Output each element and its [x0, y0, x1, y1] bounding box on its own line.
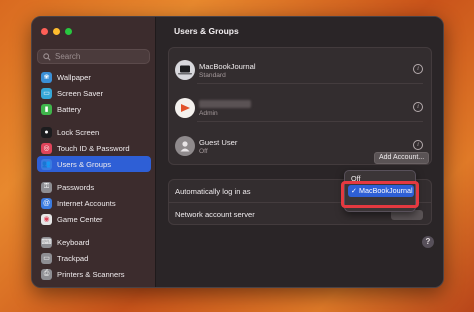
sidebar-item-label: Game Center [57, 214, 103, 224]
sidebar-item-users-groups[interactable]: 👥 Users & Groups [37, 156, 151, 172]
wallpaper-icon: ❀ [41, 71, 52, 83]
info-icon[interactable]: i [413, 64, 423, 74]
keyboard-icon: ⌨ [41, 236, 52, 248]
sidebar-item-label: Passwords [57, 182, 95, 192]
sidebar-nav: ❀ Wallpaper ▭ Screen Saver ▮ Battery ● Lock Scr… [37, 69, 151, 282]
battery-icon: ▮ [41, 103, 52, 115]
user-role: Admin [199, 110, 218, 117]
user-name: Guest User [199, 138, 238, 147]
user-role: Off [199, 148, 208, 155]
sidebar-item-label: Battery [57, 104, 82, 114]
sidebar-item-label: Screen Saver [57, 88, 104, 98]
sidebar-item-game-center[interactable]: ◉ Game Center [37, 211, 151, 227]
screen-saver-icon: ▭ [41, 87, 52, 99]
help-button[interactable]: ? [422, 236, 434, 248]
close-button[interactable] [41, 28, 48, 35]
lock-icon: ● [41, 126, 52, 138]
sidebar-item-label: Wallpaper [57, 72, 91, 82]
user-name-redacted [199, 100, 251, 108]
user-name: MacBookJournal [199, 62, 256, 71]
users-icon: 👥 [41, 158, 52, 170]
sidebar-item-touch-id-password[interactable]: ◎ Touch ID & Password [37, 140, 151, 156]
sidebar-item-label: Lock Screen [57, 127, 100, 137]
info-icon[interactable]: i [413, 102, 423, 112]
search-field[interactable] [37, 49, 150, 64]
sidebar-item-trackpad[interactable]: ▭ Trackpad [37, 250, 151, 266]
person-avatar-icon [175, 136, 195, 156]
sidebar-item-battery[interactable]: ▮ Battery [37, 101, 151, 117]
sidebar-item-wallpaper[interactable]: ❀ Wallpaper [37, 69, 151, 85]
main-pane: Users & Groups MacBookJournal Standard i… [156, 17, 443, 287]
sidebar-item-label: Trackpad [57, 253, 89, 263]
user-row[interactable]: Admin i [169, 94, 431, 122]
key-icon: ⚿ [41, 181, 52, 193]
auto-login-label: Automatically log in as [175, 187, 251, 196]
sidebar: ❀ Wallpaper ▭ Screen Saver ▮ Battery ● Lock Scr… [32, 17, 156, 287]
sidebar-item-internet-accounts[interactable]: @ Internet Accounts [37, 195, 151, 211]
users-list: MacBookJournal Standard i Admin i Guest … [168, 47, 432, 165]
page-title: Users & Groups [174, 26, 239, 36]
trackpad-icon: ▭ [41, 252, 52, 264]
user-role: Standard [199, 72, 226, 79]
sidebar-item-label: Internet Accounts [57, 198, 116, 208]
minimize-button[interactable] [53, 28, 60, 35]
sidebar-item-label: Keyboard [57, 237, 90, 247]
sidebar-item-passwords[interactable]: ⚿ Passwords [37, 179, 151, 195]
settings-window: ❀ Wallpaper ▭ Screen Saver ▮ Battery ● Lock Scr… [31, 16, 444, 288]
sidebar-item-label: Touch ID & Password [57, 143, 130, 153]
window-controls [41, 28, 72, 35]
user-row[interactable]: MacBookJournal Standard i [169, 56, 431, 84]
sidebar-item-screen-saver[interactable]: ▭ Screen Saver [37, 85, 151, 101]
play-avatar-icon [175, 98, 195, 118]
sidebar-item-label: Printers & Scanners [57, 269, 125, 279]
game-center-icon: ◉ [41, 213, 52, 225]
sidebar-item-lock-screen[interactable]: ● Lock Screen [37, 124, 151, 140]
sidebar-item-printers-scanners[interactable]: ⎙ Printers & Scanners [37, 266, 151, 282]
sidebar-item-label: Users & Groups [57, 159, 112, 169]
selection-highlight [341, 181, 419, 208]
at-icon: @ [41, 197, 52, 209]
network-server-label: Network account server [175, 210, 255, 219]
info-icon[interactable]: i [413, 140, 423, 150]
add-account-button[interactable]: Add Account... [374, 152, 430, 164]
zoom-button[interactable] [65, 28, 72, 35]
laptop-avatar-icon [175, 60, 195, 80]
sidebar-item-keyboard[interactable]: ⌨ Keyboard [37, 234, 151, 250]
search-icon [43, 52, 51, 61]
fingerprint-icon: ◎ [41, 142, 52, 154]
printer-icon: ⎙ [41, 268, 52, 280]
search-input[interactable] [55, 52, 145, 61]
